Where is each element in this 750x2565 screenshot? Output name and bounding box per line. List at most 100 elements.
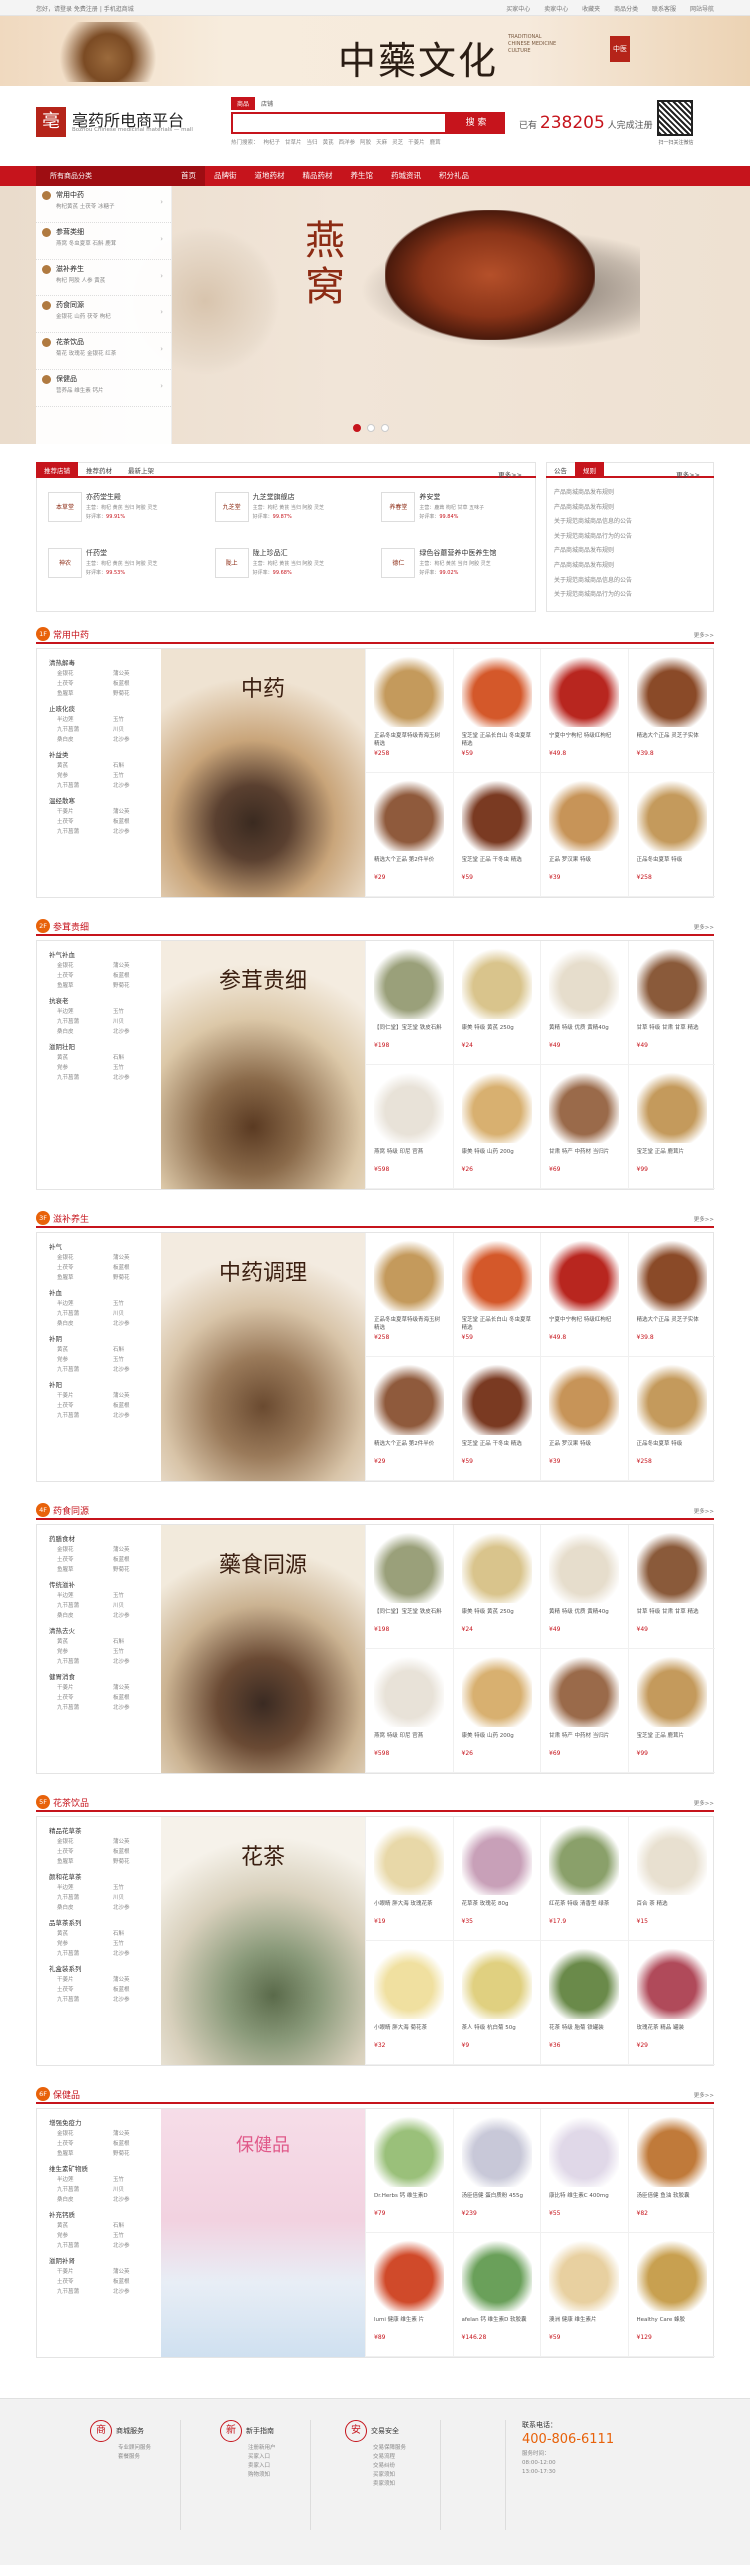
link-group-title[interactable]: 滋阴壮阳 xyxy=(49,1041,161,1051)
product-name[interactable]: 甘肃 特产 中药材 当归片 xyxy=(549,1732,620,1748)
product-name[interactable]: 康美 特级 黄芪 250g xyxy=(462,1608,533,1624)
floor-more-link[interactable]: 更多>> xyxy=(694,1507,714,1515)
product-image[interactable] xyxy=(461,2115,532,2187)
product-image[interactable] xyxy=(636,2239,707,2311)
product-image[interactable] xyxy=(461,947,532,1019)
product-card[interactable]: 玫瑰花茶 精品 罐装 ¥29 xyxy=(627,1941,715,2065)
category-item[interactable]: 常用中药 枸杞黄芪 土茯苓 冰糖子 › xyxy=(36,186,171,223)
product-image[interactable] xyxy=(461,1947,532,2019)
notice-more-link[interactable]: 更多>> xyxy=(668,466,708,482)
footer-link[interactable]: 交易保障服务 xyxy=(373,2444,406,2453)
notice-item[interactable]: 关于规范商城商品行为的公告 xyxy=(554,530,709,545)
product-image[interactable] xyxy=(636,1071,707,1143)
product-card[interactable]: 康美 特级 山药 200g ¥26 xyxy=(452,1649,540,1773)
product-image[interactable] xyxy=(374,1531,445,1603)
shop-name[interactable]: 亦药堂生殿 xyxy=(86,492,203,502)
notice-item[interactable]: 产品商城商品发布规则 xyxy=(554,544,709,559)
product-card[interactable]: 康比特 维生素C 400mg ¥55 xyxy=(540,2109,628,2233)
link-group-title[interactable]: 健胃消食 xyxy=(49,1671,161,1681)
product-image[interactable] xyxy=(549,1947,620,2019)
notice-item[interactable]: 产品商城商品发布规则 xyxy=(554,559,709,574)
product-name[interactable]: 燕窝 特级 印尼 官燕 xyxy=(374,1148,445,1164)
carousel-dot[interactable] xyxy=(353,424,361,432)
product-image[interactable] xyxy=(549,1655,620,1727)
nav-item[interactable]: 药城资讯 xyxy=(382,166,430,186)
link-group-title[interactable]: 补阴 xyxy=(49,1333,161,1343)
floor-link[interactable]: 桑白皮 xyxy=(57,735,113,745)
floor-link[interactable]: 金银花 xyxy=(57,1545,113,1555)
product-image[interactable] xyxy=(374,2115,445,2187)
floor-link[interactable]: 黄芪 xyxy=(57,2221,113,2231)
link-group-title[interactable]: 补气补血 xyxy=(49,949,161,959)
product-image[interactable] xyxy=(461,1363,532,1435)
floor-link[interactable]: 金银花 xyxy=(57,1253,113,1263)
floor-link[interactable]: 半边莲 xyxy=(57,1007,113,1017)
floor-link[interactable]: 干姜片 xyxy=(57,2267,113,2277)
product-card[interactable]: 甘草 特级 甘肃 甘草 精选 ¥49 xyxy=(627,941,715,1065)
product-card[interactable]: 宝芝堂 正品 干冬虫 精选 ¥59 xyxy=(452,1357,540,1481)
product-image[interactable] xyxy=(636,1947,707,2019)
floor-link[interactable]: 土茯苓 xyxy=(57,1263,113,1273)
notice-item[interactable]: 关于规范商城商品行为的公告 xyxy=(554,588,709,603)
floor-ad-banner[interactable]: 保健品 xyxy=(161,2109,365,2357)
product-image[interactable] xyxy=(374,1071,445,1143)
product-name[interactable]: 燕窝 特级 印尼 官燕 xyxy=(374,1732,445,1748)
product-card[interactable]: 正品 罗汉果 特级 ¥39 xyxy=(540,1357,628,1481)
product-card[interactable]: 宝芝堂 正品长白山 冬虫夏草 精选 ¥59 xyxy=(452,649,540,773)
floor-link[interactable]: 九节菖蒲 xyxy=(57,781,113,791)
product-name[interactable]: 花草茶 玫瑰花 80g xyxy=(462,1900,533,1916)
product-name[interactable]: 玫瑰花茶 精品 罐装 xyxy=(637,2024,708,2040)
product-image[interactable] xyxy=(374,1655,445,1727)
product-image[interactable] xyxy=(636,1239,707,1311)
product-image[interactable] xyxy=(636,655,707,727)
category-item[interactable]: 参茸类细 燕窝 冬虫夏草 石斛 鹿茸 › xyxy=(36,223,171,260)
top-banner[interactable]: 中藥文化 TRADITIONAL CHINESE MEDICINE CULTUR… xyxy=(0,16,750,86)
product-name[interactable]: 精选大个正品 灵芝子实体 xyxy=(637,732,708,748)
product-image[interactable] xyxy=(461,1655,532,1727)
category-item[interactable]: 花茶饮品 菊花 玫瑰花 金银花 红茶 › xyxy=(36,333,171,370)
link-group-title[interactable]: 补益类 xyxy=(49,749,161,759)
floor-title[interactable]: 常用中药 xyxy=(53,628,89,641)
floor-more-link[interactable]: 更多>> xyxy=(694,2091,714,2099)
hot-keyword[interactable]: 灵芝 xyxy=(392,140,403,146)
product-card[interactable]: 精选大个正品 灵芝子实体 ¥39.8 xyxy=(627,1233,715,1357)
tab-recommended-herbs[interactable]: 推荐药材 xyxy=(78,462,120,478)
product-name[interactable]: 汤臣倍健 鱼油 软胶囊 xyxy=(637,2192,708,2208)
product-name[interactable]: 康美 特级 山药 200g xyxy=(462,1732,533,1748)
product-image[interactable] xyxy=(549,1363,620,1435)
link-group-title[interactable]: 温经散寒 xyxy=(49,795,161,805)
floor-ad-banner[interactable]: 中药 xyxy=(161,649,365,897)
product-name[interactable]: 正品 罗汉果 特级 xyxy=(549,856,620,872)
product-image[interactable] xyxy=(374,1947,445,2019)
floor-link[interactable]: 金银花 xyxy=(57,669,113,679)
link-group-title[interactable]: 滋阴补肾 xyxy=(49,2255,161,2265)
link-group-title[interactable]: 礼盒装系列 xyxy=(49,1963,161,1973)
product-name[interactable]: 精选大个正品 第2件半价 xyxy=(374,1440,445,1456)
footer-link[interactable]: 专业顾问服务 xyxy=(118,2444,151,2453)
floor-link[interactable]: 九节菖蒲 xyxy=(57,2241,113,2251)
floor-link[interactable]: 半边莲 xyxy=(57,1883,113,1893)
floor-link[interactable]: 桑白皮 xyxy=(57,2195,113,2205)
product-image[interactable] xyxy=(549,2239,620,2311)
floor-link[interactable]: 桑白皮 xyxy=(57,1611,113,1621)
floor-link[interactable]: 土茯苓 xyxy=(57,1555,113,1565)
product-card[interactable]: 燕窝 特级 印尼 官燕 ¥598 xyxy=(365,1065,453,1189)
carousel-dot[interactable] xyxy=(367,424,375,432)
product-name[interactable]: 精选大个正品 灵芝子实体 xyxy=(637,1316,708,1332)
product-name[interactable]: afelan 钙 维生素D 软胶囊 xyxy=(462,2316,533,2332)
floor-link[interactable]: 土茯苓 xyxy=(57,2277,113,2287)
floor-link[interactable]: 九节菖蒲 xyxy=(57,1411,113,1421)
link-group-title[interactable]: 传统滋补 xyxy=(49,1579,161,1589)
shop-logo[interactable]: 德仁 xyxy=(381,548,416,578)
nav-item[interactable]: 品牌街 xyxy=(205,166,246,186)
product-card[interactable]: 甘草 特级 甘肃 甘草 精选 ¥49 xyxy=(627,1525,715,1649)
footer-link[interactable]: 购物须知 xyxy=(248,2471,276,2480)
product-card[interactable]: 【同仁堂】宝芝堂 铁皮石斛 ¥198 xyxy=(365,941,453,1065)
product-image[interactable] xyxy=(549,1239,620,1311)
product-name[interactable]: 正品冬虫夏草 特级 xyxy=(637,1440,708,1456)
hot-keyword[interactable]: 当归 xyxy=(307,140,318,146)
product-image[interactable] xyxy=(461,2239,532,2311)
floor-more-link[interactable]: 更多>> xyxy=(694,923,714,931)
product-name[interactable]: 宝芝堂 正品 鹿茸片 xyxy=(637,1732,708,1748)
product-name[interactable]: 正品冬虫夏草 特级 xyxy=(637,856,708,872)
